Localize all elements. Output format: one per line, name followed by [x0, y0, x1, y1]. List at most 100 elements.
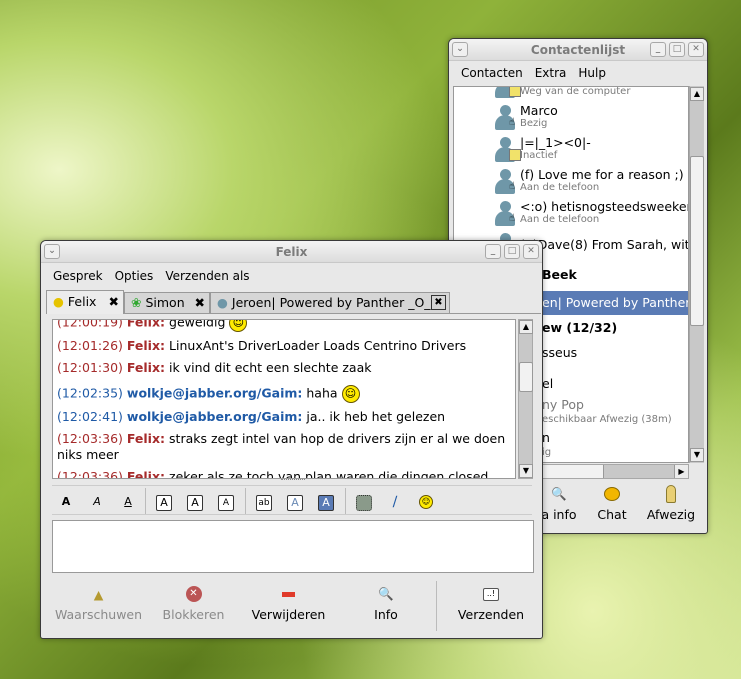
format-toolbar: A A A A A A ab A A ∕ ☺ — [52, 485, 532, 515]
image-icon[interactable] — [356, 495, 372, 511]
scroll-thumb[interactable] — [519, 362, 533, 392]
contact-list-titlebar[interactable]: ⌄ Contactenlijst _ □ ✕ — [449, 39, 707, 61]
remove-icon — [246, 581, 331, 607]
smiley-icon: ☺ — [341, 385, 360, 403]
contact-row[interactable]: |=|_1><0|- Inactief — [454, 133, 688, 165]
normal-text-button[interactable]: A — [187, 495, 203, 511]
menu-contacten[interactable]: Contacten — [455, 66, 529, 80]
menu-verzenden-als[interactable]: Verzenden als — [159, 269, 255, 283]
chat-button[interactable]: Chat — [587, 481, 637, 522]
scroll-down-arrow[interactable]: ▼ — [690, 448, 704, 462]
info-button[interactable]: 🔍 Info — [346, 581, 426, 622]
contact-menubar: Contacten Extra Hulp — [449, 61, 707, 85]
tab-bar: ● Felix ✖ ❀ Simon ✖ ● Jeroen| Powered by… — [46, 290, 541, 314]
window-menu-button[interactable]: ⌄ — [44, 244, 60, 259]
message-timestamp: (12:02:35) — [57, 385, 123, 401]
away-button[interactable]: Afwezig — [641, 481, 701, 522]
toolbar-separator — [345, 488, 346, 514]
action-bar: ▲ Waarschuwen ✕ Blokkeren Verwijderen 🔍 Inf… — [41, 581, 542, 637]
menu-hulp[interactable]: Hulp — [572, 66, 612, 80]
close-tab-icon[interactable]: ✖ — [109, 291, 119, 313]
smiley-icon[interactable]: ☺ — [418, 495, 434, 511]
italic-button[interactable]: A — [89, 495, 105, 511]
warn-button[interactable]: ▲ Waarschuwen — [51, 581, 146, 623]
message-sender: Felix: — [126, 319, 166, 330]
font-face-button[interactable]: ab — [256, 495, 272, 511]
message-timestamp: (12:01:26) — [57, 338, 123, 353]
warning-icon: ▲ — [93, 586, 104, 602]
menu-gesprek[interactable]: Gesprek — [47, 269, 109, 283]
tab-jeroen[interactable]: ● Jeroen| Powered by Panther _O_ ✖ — [210, 292, 450, 314]
chat-icon — [587, 481, 637, 507]
chat-message: (12:03:36) Felix: zeker als ze toch van … — [53, 466, 515, 479]
menu-opties[interactable]: Opties — [109, 269, 160, 283]
chat-message: (12:02:35) wolkje@jabber.org/Gaim: haha … — [53, 379, 515, 406]
background-color-button[interactable]: A — [318, 495, 334, 511]
message-timestamp: (12:03:36) — [57, 469, 123, 479]
message-input[interactable] — [52, 520, 534, 573]
message-sender: Felix: — [126, 360, 166, 375]
contact-row[interactable]: ☝ <:o) hetisnogsteedsweekend Aan de tele… — [454, 197, 688, 229]
foreground-color-button[interactable]: A — [287, 495, 303, 511]
message-text: geweldig — [169, 319, 226, 330]
minimize-button[interactable]: _ — [485, 244, 501, 259]
chat-message: (12:01:26) Felix: LinuxAnt's DriverLoade… — [53, 335, 515, 357]
block-icon: ✕ — [151, 581, 236, 607]
bold-button[interactable]: A — [58, 495, 74, 511]
toolbar-separator — [145, 488, 146, 514]
minimize-button[interactable]: _ — [650, 42, 666, 57]
maximize-button[interactable]: □ — [669, 42, 685, 57]
chat-message: (12:01:30) Felix: ik vind dit echt een s… — [53, 357, 515, 379]
maximize-button[interactable]: □ — [504, 244, 520, 259]
flower-icon: ❀ — [131, 295, 142, 310]
message-timestamp: (12:02:41) — [57, 409, 123, 424]
send-button[interactable]: ..! Verzenden — [446, 581, 536, 622]
scroll-up-arrow[interactable]: ▲ — [519, 320, 533, 334]
larger-text-button[interactable]: A — [156, 495, 172, 511]
chat-message: (12:00:19) Felix: geweldig ☺ — [53, 319, 515, 335]
scroll-right-arrow[interactable]: ▶ — [674, 465, 688, 478]
message-text: haha — [306, 385, 338, 401]
chat-message: (12:02:41) wolkje@jabber.org/Gaim: ja.. … — [53, 406, 515, 428]
smaller-text-button[interactable]: A — [218, 495, 234, 511]
scroll-down-arrow[interactable]: ▼ — [519, 464, 533, 478]
message-text: straks zegt intel van hop de drivers zij… — [57, 431, 506, 462]
contact-vscrollbar[interactable]: ▲ ▼ — [689, 86, 704, 463]
action-separator — [436, 581, 437, 631]
message-sender: Felix: — [126, 338, 166, 353]
buddy-icon: ● — [217, 295, 228, 310]
close-tab-icon[interactable]: ✖ — [431, 295, 446, 310]
block-button[interactable]: ✕ Blokkeren — [151, 581, 236, 622]
close-button[interactable]: ✕ — [523, 244, 539, 259]
message-sender: wolkje@jabber.org/Gaim: — [126, 385, 303, 401]
contact-row[interactable]: Weg van de computer — [454, 87, 688, 101]
chat-window: ⌄ Felix _ □ ✕ Gesprek Opties Verzenden a… — [40, 240, 543, 639]
speech-bubble-icon: ..! — [446, 581, 536, 607]
scroll-thumb[interactable] — [690, 156, 704, 326]
message-text: ik vind dit echt een slechte zaak — [169, 360, 372, 375]
close-tab-icon[interactable]: ✖ — [195, 293, 205, 313]
link-icon[interactable]: ∕ — [387, 495, 403, 511]
chat-message: (12:03:36) Felix: straks zegt intel van … — [53, 428, 515, 466]
scroll-up-arrow[interactable]: ▲ — [690, 87, 704, 101]
message-sender: Felix: — [126, 431, 166, 446]
window-title: Contactenlijst — [530, 43, 626, 57]
underline-button[interactable]: A — [120, 495, 136, 511]
window-menu-button[interactable]: ⌄ — [452, 42, 468, 57]
smiley-icon: ☺ — [229, 320, 248, 332]
remove-button[interactable]: Verwijderen — [246, 581, 331, 622]
contact-row[interactable]: ☝ Marco Bezig — [454, 101, 688, 133]
conversation-log[interactable]: (12:00:19) Felix: geweldig ☺ (12:01:26) F… — [52, 319, 516, 479]
log-vscrollbar[interactable]: ▲ ▼ — [518, 319, 533, 479]
lightbulb-icon: ● — [53, 294, 64, 309]
tab-felix[interactable]: ● Felix ✖ — [46, 290, 124, 314]
tab-simon[interactable]: ❀ Simon ✖ — [124, 292, 210, 314]
info-magnifier-icon: 🔍 — [378, 586, 394, 601]
chat-menubar: Gesprek Opties Verzenden als — [41, 263, 542, 289]
menu-extra[interactable]: Extra — [529, 66, 573, 80]
close-button[interactable]: ✕ — [688, 42, 704, 57]
chat-titlebar[interactable]: ⌄ Felix _ □ ✕ — [41, 241, 542, 263]
window-title: Felix — [275, 245, 308, 259]
contact-row[interactable]: ☝ (f) Love me for a reason ;) Aan de tel… — [454, 165, 688, 197]
pane-resize-handle[interactable] — [281, 479, 305, 483]
